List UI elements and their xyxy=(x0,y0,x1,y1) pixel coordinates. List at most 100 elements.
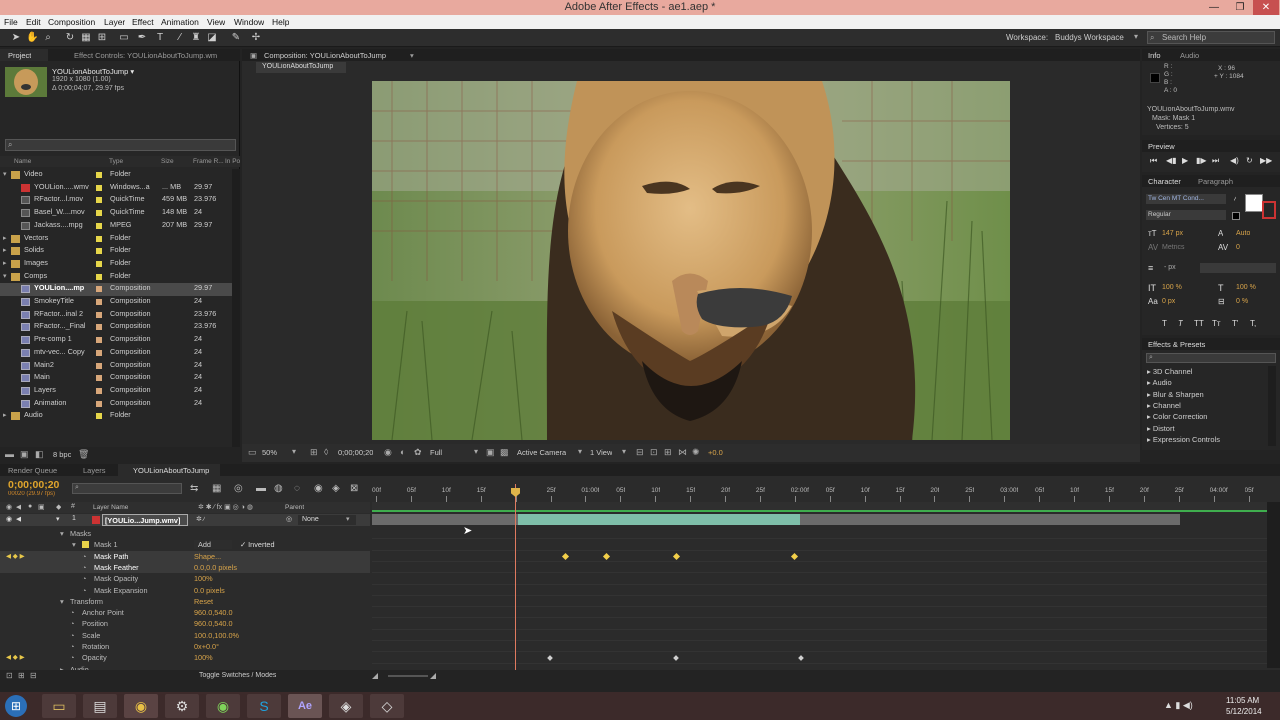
chevron-down-icon[interactable]: ▾ xyxy=(578,447,582,456)
file-explorer-icon[interactable]: ▭ xyxy=(42,694,76,718)
hide-shy-layers-icon[interactable]: ◎ xyxy=(234,483,243,494)
expand-triangle-icon[interactable]: ▾ xyxy=(56,515,60,523)
camera-tool-icon[interactable]: ▦ xyxy=(80,31,92,44)
chevron-down-icon[interactable]: ▾ xyxy=(622,447,626,456)
zoom-level[interactable]: 50% xyxy=(262,448,277,457)
steam-icon[interactable]: ⚙ xyxy=(165,694,199,718)
menu-view[interactable]: View xyxy=(207,17,225,27)
loop-icon[interactable]: ↻ xyxy=(1246,156,1253,165)
label-color[interactable] xyxy=(96,222,102,229)
project-item-row[interactable]: RFactor...l.mov QuickTime 459 MB 23.976 xyxy=(0,194,232,207)
composition-mini-flowchart-icon[interactable]: ⇆ xyxy=(190,483,198,494)
property-row[interactable]: ▾ Masks xyxy=(0,528,370,539)
property-row[interactable]: ◔ Mask Path Shape... xyxy=(0,550,370,562)
stopwatch-icon[interactable]: ◔ xyxy=(70,653,74,662)
tab-render-queue[interactable]: Render Queue xyxy=(8,466,57,475)
view-layout-select[interactable]: 1 View xyxy=(590,448,612,457)
current-time-display[interactable]: 0;00;00;20 xyxy=(338,448,373,457)
font-style-select[interactable]: Regular xyxy=(1146,210,1226,220)
previous-frame-icon[interactable]: ◀▮ xyxy=(1166,156,1177,165)
project-item-row[interactable]: ▾ Video Folder xyxy=(0,169,232,182)
hand-tool-icon[interactable]: ✋ xyxy=(26,31,38,44)
rotate-tool-icon[interactable]: ↻ xyxy=(64,31,76,44)
resolution-select[interactable]: Full xyxy=(430,448,442,457)
skype-icon[interactable]: S xyxy=(247,694,281,718)
mute-audio-icon[interactable]: ◀) xyxy=(1230,156,1239,165)
trash-icon[interactable]: 🗑 xyxy=(78,449,89,460)
property-row[interactable]: ◔ Mask Expansion 0.0 pixels xyxy=(0,585,370,596)
pen-tool-icon[interactable]: ✒ xyxy=(136,31,148,44)
auto-keyframe-icon[interactable]: ◉ xyxy=(314,483,323,494)
effects-search-input[interactable]: ⌕ xyxy=(1146,353,1276,363)
chevron-down-icon[interactable]: ▾ xyxy=(474,447,478,456)
stroke-style-select[interactable] xyxy=(1200,263,1276,273)
tab-character[interactable]: Character xyxy=(1148,177,1181,186)
rectangle-tool-icon[interactable]: ▭ xyxy=(118,31,130,44)
disclosure-triangle-icon[interactable]: ▾ xyxy=(72,540,76,549)
timeline-current-time[interactable]: 0;00;00;20 xyxy=(8,479,59,491)
selection-tool-icon[interactable]: ➤ xyxy=(10,31,22,44)
property-row[interactable]: ◔ Opacity 100% xyxy=(0,652,370,663)
project-item-row[interactable]: ▾ Comps Folder xyxy=(0,271,232,284)
zoom-out-icon[interactable]: ◢ xyxy=(372,671,378,680)
label-color[interactable] xyxy=(96,375,102,382)
label-color[interactable] xyxy=(96,235,102,242)
chrome-icon[interactable]: ◉ xyxy=(124,694,158,718)
tab-effect-controls[interactable]: Effect Controls: YOULionAboutToJump.wm xyxy=(74,51,217,60)
color-channel-icon[interactable]: ✿ xyxy=(414,447,422,458)
project-item-row[interactable]: SmokeyTitle Composition 24 xyxy=(0,296,232,309)
zoom-tool-icon[interactable]: ⌕ xyxy=(42,31,54,44)
effects-category-item[interactable]: ▸ Channel xyxy=(1147,401,1181,410)
project-item-row[interactable]: ▸ Audio Folder xyxy=(0,410,232,423)
expand-layer-switches-icon[interactable]: ⊡ xyxy=(6,671,13,680)
project-item-row[interactable]: YOULion.....wmv Windows...a ... MB 29.97 xyxy=(0,182,232,195)
project-item-row[interactable]: YOULion....mp Composition 29.97 xyxy=(0,283,232,296)
tab-project[interactable]: Project xyxy=(0,49,48,61)
toggle-graph-icon[interactable]: ⊠ xyxy=(350,483,358,494)
stopwatch-icon[interactable]: ◔ xyxy=(70,631,74,640)
small-caps-button[interactable]: Tт xyxy=(1212,319,1221,328)
project-item-row[interactable]: Basel_W....mov QuickTime 148 MB 24 xyxy=(0,207,232,220)
play-icon[interactable]: ▶ xyxy=(1182,156,1188,165)
next-frame-icon[interactable]: ▮▶ xyxy=(1196,156,1207,165)
keyframe[interactable] xyxy=(672,552,681,560)
project-item-row[interactable]: mtv-vec... Copy Composition 24 xyxy=(0,347,232,360)
label-color[interactable] xyxy=(96,400,102,407)
folder-disclosure-icon[interactable]: ▸ xyxy=(3,246,7,254)
stroke-width-value[interactable]: - px xyxy=(1164,264,1176,271)
property-value[interactable]: 100% xyxy=(194,574,213,583)
keyframe[interactable] xyxy=(673,655,679,662)
checkbox-icon[interactable]: ✓ xyxy=(240,540,248,549)
layer-name-field[interactable]: [YOULio...Jump.wmv] xyxy=(102,514,188,526)
property-row[interactable]: ◔ Position 960.0,540.0 xyxy=(0,618,370,629)
column-size[interactable]: Size xyxy=(161,158,174,165)
effects-category-item[interactable]: ▸ Color Correction xyxy=(1147,412,1207,421)
label-color[interactable] xyxy=(96,413,102,420)
expand-transfer-controls-icon[interactable]: ⊞ xyxy=(18,671,25,680)
label-color[interactable] xyxy=(96,172,102,178)
minimize-button[interactable]: — xyxy=(1201,0,1227,15)
tab-info[interactable]: Info xyxy=(1148,51,1161,60)
menu-window[interactable]: Window xyxy=(234,17,264,27)
stopwatch-icon[interactable]: ◔ xyxy=(82,563,86,572)
composition-subtab[interactable]: YOULionAboutToJump xyxy=(256,62,346,73)
new-composition-icon[interactable]: ◧ xyxy=(35,449,44,460)
keyframe[interactable] xyxy=(798,655,804,662)
property-value[interactable]: 0.0,0.0 pixels xyxy=(194,563,237,572)
exposure-icon[interactable]: ✺ xyxy=(692,447,700,458)
close-button[interactable]: ✕ xyxy=(1253,0,1279,15)
tray-icons[interactable]: ▲ ▮ ◀) xyxy=(1164,700,1193,711)
maximize-button[interactable]: ❐ xyxy=(1227,0,1253,15)
label-color[interactable] xyxy=(96,324,102,331)
project-item-row[interactable]: Layers Composition 24 xyxy=(0,385,232,398)
leading-value[interactable]: Auto xyxy=(1236,230,1250,237)
property-row[interactable]: ▾ Mask 1 Add ✓ Inverted xyxy=(0,539,370,550)
kerning-value[interactable]: Metrics xyxy=(1162,244,1185,251)
project-item-row[interactable]: Jackass....mpg MPEG 207 MB 29.97 xyxy=(0,220,232,233)
toggle-pixel-aspect-icon[interactable]: ⊟ xyxy=(636,447,644,458)
clock-time[interactable]: 11:05 AM xyxy=(1226,696,1259,705)
new-folder-icon[interactable]: ▣ xyxy=(20,449,29,460)
tab-paragraph[interactable]: Paragraph xyxy=(1198,177,1233,186)
documents-icon[interactable]: ▤ xyxy=(83,694,117,718)
project-item-row[interactable]: ▸ Vectors Folder xyxy=(0,233,232,246)
